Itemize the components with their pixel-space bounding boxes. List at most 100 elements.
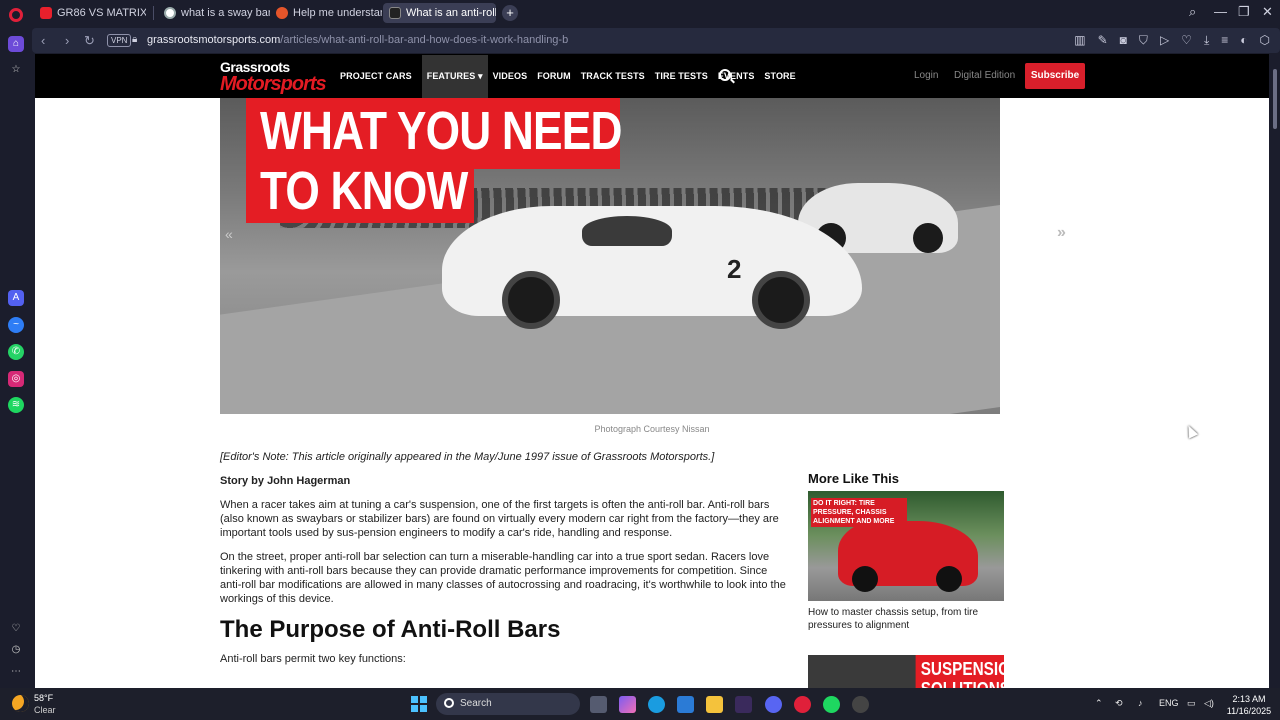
restore-icon[interactable]: ❐ bbox=[1238, 4, 1250, 20]
system-clock[interactable]: 2:13 AM 11/16/2025 bbox=[1225, 693, 1273, 717]
tab-label: what is a sway bar and w bbox=[181, 7, 270, 19]
volume-icon[interactable]: ◁) bbox=[1204, 698, 1214, 709]
tab-youtube[interactable]: GR86 VS MATRIX XRS - bbox=[34, 3, 146, 23]
car-windshield bbox=[582, 216, 672, 246]
nav-tire-tests[interactable]: TIRE TESTS bbox=[655, 71, 708, 81]
messenger-icon[interactable]: ~ bbox=[8, 317, 24, 333]
more-icon[interactable]: ⋯ bbox=[8, 664, 24, 680]
page-scrollbar[interactable] bbox=[1270, 54, 1280, 688]
shield-icon[interactable]: ⛉ bbox=[1139, 33, 1148, 48]
sync-icon[interactable]: ⟲ bbox=[1115, 698, 1123, 709]
windows-start-icon[interactable] bbox=[411, 696, 427, 712]
car-number: 2 bbox=[727, 254, 742, 284]
url-field[interactable]: grassrootsmotorsports.com/articles/what-… bbox=[147, 34, 568, 46]
webpage: Grassroots Motorsports PROJECT CARS FEAT… bbox=[35, 54, 1269, 688]
app-icon[interactable] bbox=[852, 696, 869, 713]
network-icon[interactable]: ▭ bbox=[1187, 698, 1196, 709]
paragraph: Anti-roll bars permit two key functions: bbox=[220, 653, 406, 665]
aria-icon[interactable]: A bbox=[8, 290, 24, 306]
copilot-icon[interactable] bbox=[619, 696, 636, 713]
player-icon[interactable]: ▷ bbox=[1160, 33, 1169, 48]
wheel bbox=[913, 223, 943, 253]
opera-logo-icon[interactable] bbox=[9, 8, 23, 22]
whatsapp-icon[interactable]: ✆ bbox=[8, 344, 24, 360]
heart-sidebar-icon[interactable]: ♡ bbox=[8, 621, 24, 637]
lock-icon[interactable]: 🔒︎ bbox=[132, 34, 137, 45]
nav-store[interactable]: STORE bbox=[764, 71, 795, 81]
new-tab-button[interactable]: + bbox=[502, 5, 518, 21]
article-body: [Editor's Note: This article originally … bbox=[220, 450, 790, 676]
wheel bbox=[852, 566, 878, 592]
heart-icon[interactable]: ♡ bbox=[1181, 33, 1192, 48]
nav-forum[interactable]: FORUM bbox=[537, 71, 571, 81]
scrollbar-thumb[interactable] bbox=[1273, 69, 1277, 129]
language-indicator[interactable]: ENG bbox=[1159, 698, 1179, 708]
nav-project-cars[interactable]: PROJECT CARS bbox=[340, 71, 412, 81]
close-window-icon[interactable]: ✕ bbox=[1262, 4, 1273, 20]
site-header: Grassroots Motorsports PROJECT CARS FEAT… bbox=[35, 54, 1269, 98]
tab-search-icon[interactable]: ⌕ bbox=[1189, 4, 1196, 20]
photo-caption: Photograph Courtesy Nissan bbox=[594, 424, 710, 434]
tab-reddit[interactable]: Help me understand sway bbox=[270, 3, 382, 23]
site-nav: PROJECT CARS FEATURES ▾ VIDEOS FORUM TRA… bbox=[340, 54, 806, 98]
mic-icon[interactable]: ♪ bbox=[1138, 698, 1143, 708]
nav-features[interactable]: FEATURES ▾ bbox=[421, 54, 488, 98]
tray-chevron-icon[interactable]: ⌃ bbox=[1095, 698, 1103, 709]
history-icon[interactable]: ◷ bbox=[8, 642, 24, 658]
weather-moon-icon[interactable] bbox=[12, 695, 29, 712]
instagram-icon[interactable]: ◎ bbox=[8, 371, 24, 387]
subscribe-button[interactable]: Subscribe bbox=[1025, 63, 1085, 89]
nav-videos[interactable]: VIDEOS bbox=[493, 71, 528, 81]
more-like-this: More Like This DO IT RIGHT: TIRE PRESSUR… bbox=[808, 471, 1008, 688]
more-like-this-heading: More Like This bbox=[808, 471, 900, 486]
download-icon[interactable]: ⤓ bbox=[1204, 33, 1209, 48]
carousel-prev-icon[interactable]: « bbox=[225, 226, 233, 242]
search-label: Search bbox=[460, 698, 492, 709]
home-icon[interactable]: ⌂ bbox=[8, 36, 24, 52]
menu-icon[interactable]: ≡ bbox=[1221, 33, 1228, 48]
weather-condition[interactable]: Clear bbox=[34, 705, 56, 715]
nav-track-tests[interactable]: TRACK TESTS bbox=[581, 71, 645, 81]
address-bar: ‹ › ↻ VPN 🔒︎ grassrootsmotorsports.com/a… bbox=[32, 28, 1280, 53]
wheel bbox=[936, 566, 962, 592]
tab-grassroots-active[interactable]: What is an anti-roll bar an bbox=[383, 3, 496, 23]
taskbar-search[interactable]: Search bbox=[436, 693, 580, 715]
discord-icon[interactable] bbox=[765, 696, 782, 713]
wheel bbox=[752, 271, 810, 329]
next-app-icon[interactable] bbox=[735, 696, 752, 713]
login-link[interactable]: Login bbox=[914, 70, 938, 81]
related-thumbnail[interactable]: DO IT RIGHT: TIRE PRESSURE, CHASSIS ALIG… bbox=[808, 491, 1004, 601]
youtube-icon bbox=[40, 7, 52, 19]
headline-line2: TO KNOW bbox=[260, 161, 468, 221]
reload-icon[interactable]: ↻ bbox=[84, 33, 95, 49]
reader-icon[interactable]: ▥ bbox=[1074, 33, 1085, 48]
opera-taskbar-icon[interactable] bbox=[794, 696, 811, 713]
photos-icon[interactable] bbox=[677, 696, 694, 713]
profile-icon[interactable]: ◐ bbox=[1240, 33, 1247, 48]
tab-label: GR86 VS MATRIX XRS - bbox=[57, 7, 146, 19]
forward-icon[interactable]: › bbox=[65, 33, 69, 48]
file-explorer-icon[interactable] bbox=[706, 696, 723, 713]
vpn-badge[interactable]: VPN bbox=[107, 34, 132, 47]
carousel-next-icon[interactable]: » bbox=[1057, 224, 1066, 242]
back-icon[interactable]: ‹ bbox=[41, 33, 45, 48]
star-icon[interactable]: ☆ bbox=[8, 62, 24, 78]
edge-icon[interactable] bbox=[648, 696, 665, 713]
digital-edition-link[interactable]: Digital Edition bbox=[954, 70, 1015, 81]
spotify-icon[interactable]: ≋ bbox=[8, 397, 24, 413]
site-search-icon[interactable] bbox=[719, 69, 731, 81]
site-logo[interactable]: Grassroots Motorsports bbox=[220, 59, 327, 95]
edit-icon[interactable]: ✎ bbox=[1098, 33, 1108, 48]
related-title[interactable]: How to master chassis setup, from tire p… bbox=[808, 606, 1008, 632]
task-view-icon[interactable] bbox=[590, 696, 607, 713]
thumbnail-label: DO IT RIGHT: TIRE PRESSURE, CHASSIS ALIG… bbox=[811, 498, 907, 527]
hero-image: 2 WHAT YOU NEED TO KNOW « bbox=[220, 98, 1000, 414]
camera-icon[interactable]: ◙ bbox=[1120, 33, 1127, 48]
weather-temp[interactable]: 58°F bbox=[34, 693, 53, 703]
related-thumbnail[interactable]: SUSPENSION SOLUTIONS bbox=[808, 655, 1004, 688]
tab-google[interactable]: what is a sway bar and w bbox=[158, 3, 270, 23]
spotify-taskbar-icon[interactable] bbox=[823, 696, 840, 713]
minimize-icon[interactable]: — bbox=[1214, 4, 1227, 19]
clock-date: 11/16/2025 bbox=[1226, 706, 1272, 716]
box-icon[interactable]: ⬡ bbox=[1260, 33, 1270, 48]
